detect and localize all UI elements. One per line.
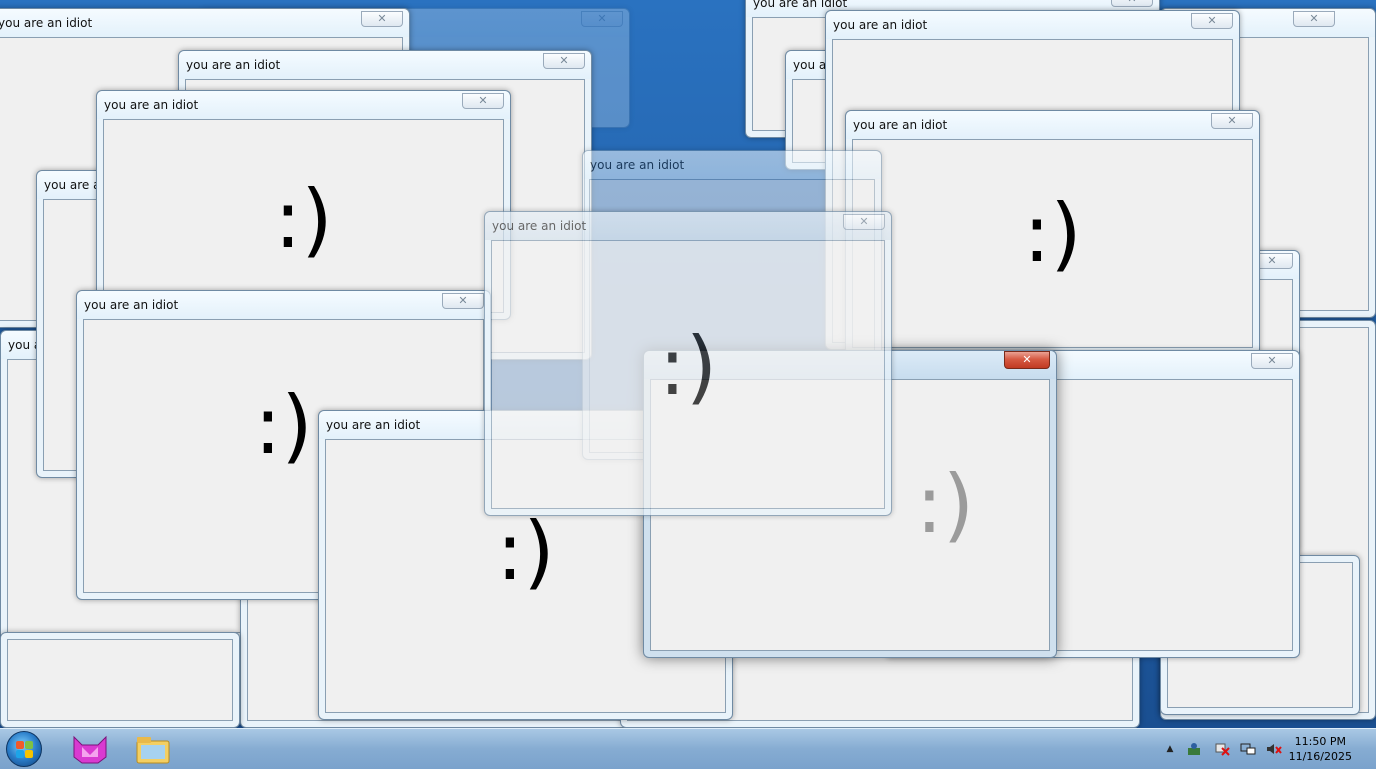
window-title: you are an idiot [853,118,948,132]
window-title: you are an idiot [84,298,179,312]
close-button[interactable]: ✕ [361,11,403,27]
title-bar[interactable]: you are an idiot ✕ [485,212,891,240]
volume-muted-icon[interactable] [1266,742,1282,756]
title-bar[interactable]: you are an idiot ✕ [77,291,490,319]
close-button[interactable]: ✕ [462,93,504,109]
windows-logo-icon [25,741,33,749]
close-button[interactable]: ✕ [1191,13,1233,29]
close-button[interactable]: ✕ [1004,351,1050,369]
action-center-flag-icon[interactable] [1214,742,1230,756]
windows-logo-icon [25,750,33,758]
title-bar[interactable]: you are an idiot ✕ [97,91,510,119]
window-title: you are an idiot [590,158,685,172]
system-clock[interactable]: 11:50 PM 11/16/2025 [1289,734,1352,764]
close-button[interactable]: ✕ [442,293,484,309]
title-bar[interactable]: you are an idiot ✕ [826,11,1239,39]
title-bar[interactable]: you are an idiot ✕ [846,111,1259,139]
windows-logo-icon [16,750,24,758]
window-title: you are an idiot [186,58,281,72]
windows-explorer-icon[interactable] [133,733,173,765]
window-title: you are an idiot [492,219,587,233]
popup-window[interactable]: you are an idiot ✕ :) [484,211,892,516]
close-button[interactable]: ✕ [543,53,585,69]
network-icon[interactable] [1240,742,1256,756]
close-button[interactable]: ✕ [1211,113,1253,129]
window-title: you are an idiot [0,16,93,30]
title-bar[interactable]: you are an idiot ✕ [179,51,591,79]
close-button[interactable]: ✕ [1293,11,1335,27]
window-client-area: :) [103,119,504,313]
window-client-area [7,639,233,721]
window-title: you are an idiot [326,418,421,432]
window-title: you are an idiot [833,18,928,32]
smiley-text: :) [658,319,718,413]
close-button[interactable]: ✕ [1111,0,1153,7]
show-hidden-icons-arrow[interactable]: ▲ [1162,742,1178,756]
title-bar[interactable]: you are an idiot ✕ [0,9,409,37]
smiley-text: :) [1023,186,1082,280]
smiley-text: :) [274,173,333,266]
windows-logo-icon [16,741,24,749]
clock-date: 11/16/2025 [1288,750,1352,763]
start-button[interactable] [6,731,42,767]
close-button[interactable]: ✕ [581,11,623,27]
cat-app-icon[interactable] [70,733,110,765]
window-title: you are an idiot [104,98,199,112]
clock-time: 11:50 PM [1294,735,1346,748]
taskbar: ▲ 11:50 PM 11/16/2025 [0,728,1376,769]
desktop: you are an idiot ✕ you are an idiot ✕ you … [0,0,1376,728]
close-button[interactable]: ✕ [843,214,885,230]
popup-window[interactable]: you are an idiot ✕ :) [845,110,1260,355]
window-client-area: :) [852,139,1253,348]
window-title: you are an idiot [753,0,848,10]
title-bar[interactable]: you are an idiot [583,151,881,179]
popup-window[interactable]: you are an idiot ✕ :) [96,90,511,320]
tray-app-icon[interactable] [1186,742,1202,756]
popup-window[interactable] [0,632,240,728]
window-client-area: :) [491,240,885,509]
close-button[interactable]: ✕ [1251,353,1293,369]
